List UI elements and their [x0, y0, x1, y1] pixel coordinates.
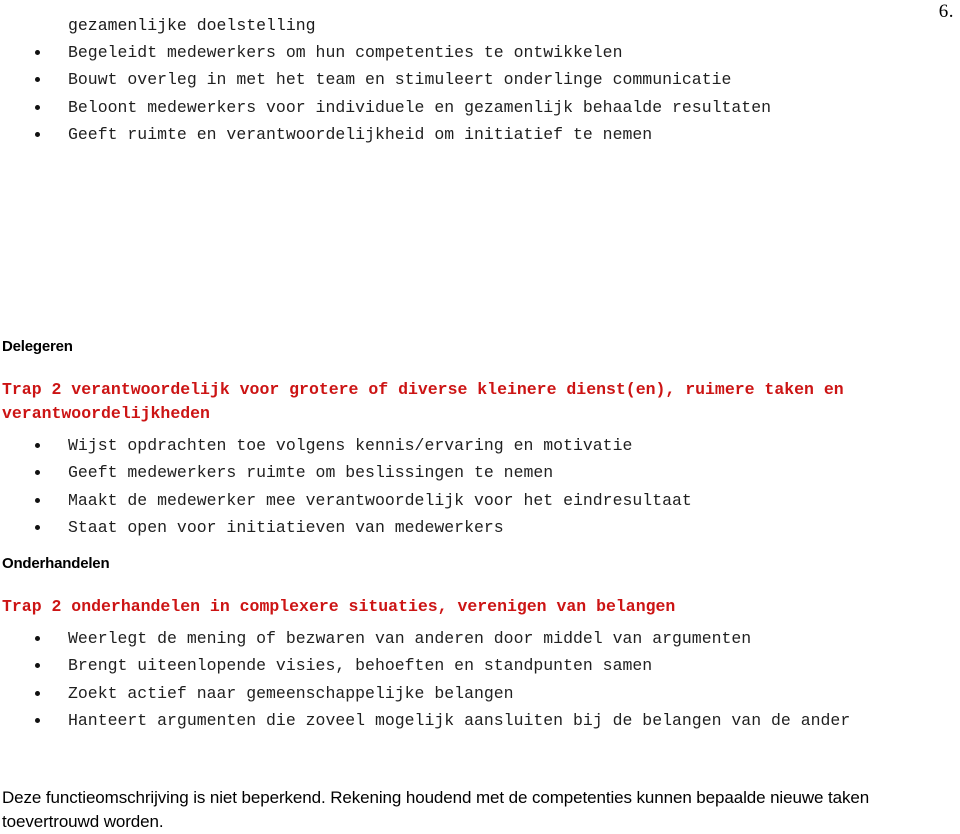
- list-item-label: Begeleidt medewerkers om hun competentie…: [68, 43, 623, 62]
- list-item-label: Geeft medewerkers ruimte om beslissingen…: [68, 463, 554, 483]
- list-item: Brengt uiteenlopende visies, behoeften e…: [0, 652, 960, 679]
- list-item: Maakt de medewerker mee verantwoordelijk…: [0, 487, 960, 514]
- section-trap-heading: Trap 2 verantwoordelijk voor grotere of …: [2, 380, 844, 423]
- list-item-label: Brengt uiteenlopende visies, behoeften e…: [68, 656, 653, 676]
- section-heading: Delegeren: [2, 338, 73, 355]
- list-item: Beloont medewerkers voor individuele en …: [0, 94, 960, 121]
- list-item: Begeleidt medewerkers om hun competentie…: [0, 39, 960, 66]
- list-item-label: Zoekt actief naar gemeenschappelijke bel…: [68, 683, 514, 703]
- bullet-dot-icon: [35, 77, 40, 83]
- section-onderhandelen: Onderhandelen Trap 2 onderhandelen in co…: [0, 555, 960, 734]
- document-page: 6. gezamenlijke doelstelling Begeleidt m…: [0, 0, 960, 832]
- bullet-dot-icon: [35, 497, 40, 503]
- footer-note: Deze functieomschrijving is niet beperke…: [2, 788, 870, 831]
- top-competency-block: gezamenlijke doelstelling Begeleidt mede…: [0, 12, 960, 148]
- list-item-label: Maakt de medewerker mee verantwoordelijk…: [68, 490, 692, 510]
- bullet-dot-icon: [35, 690, 40, 696]
- list-item: Zoekt actief naar gemeenschappelijke bel…: [0, 680, 960, 707]
- list-item: Hanteert argumenten die zoveel mogelijk …: [0, 707, 960, 734]
- section-trap-heading: Trap 2 onderhandelen in complexere situa…: [2, 597, 676, 616]
- list-item-label: Bouwt overleg in met het team en stimule…: [68, 70, 732, 90]
- bullet-dot-icon: [35, 470, 40, 476]
- list-item: Geeft medewerkers ruimte om beslissingen…: [0, 459, 960, 486]
- list-item-label: Weerlegt de mening of bezwaren van ander…: [68, 629, 752, 648]
- list-item-label: Geeft ruimte en verantwoordelijkheid om …: [68, 124, 653, 144]
- list-item: Geeft ruimte en verantwoordelijkheid om …: [0, 121, 960, 148]
- bullet-dot-icon: [35, 524, 40, 530]
- bullet-dot-icon: [35, 717, 40, 723]
- onderhandelen-bullet-list: Weerlegt de mening of bezwaren van ander…: [0, 625, 960, 734]
- list-item-label: Staat open voor initiatieven van medewer…: [68, 517, 504, 537]
- list-item-label: Hanteert argumenten die zoveel mogelijk …: [68, 710, 851, 730]
- list-item: Staat open voor initiatieven van medewer…: [0, 514, 960, 541]
- bullet-dot-icon: [35, 636, 40, 641]
- continuation-line: gezamenlijke doelstelling: [68, 16, 316, 35]
- list-item: Weerlegt de mening of bezwaren van ander…: [0, 625, 960, 652]
- list-item: Bouwt overleg in met het team en stimule…: [0, 66, 960, 93]
- section-delegeren: Delegeren Trap 2 verantwoordelijk voor g…: [0, 338, 960, 541]
- list-item: Wijst opdrachten toe volgens kennis/erva…: [0, 432, 960, 459]
- top-bullet-list: Begeleidt medewerkers om hun competentie…: [0, 39, 960, 148]
- bullet-dot-icon: [35, 663, 40, 669]
- delegeren-bullet-list: Wijst opdrachten toe volgens kennis/erva…: [0, 432, 960, 541]
- section-heading: Onderhandelen: [2, 555, 110, 572]
- bullet-dot-icon: [35, 50, 40, 55]
- bullet-dot-icon: [35, 131, 40, 137]
- list-item-label: Wijst opdrachten toe volgens kennis/erva…: [68, 436, 633, 455]
- bullet-dot-icon: [35, 443, 40, 448]
- list-item-label: Beloont medewerkers voor individuele en …: [68, 97, 772, 117]
- bullet-dot-icon: [35, 104, 40, 110]
